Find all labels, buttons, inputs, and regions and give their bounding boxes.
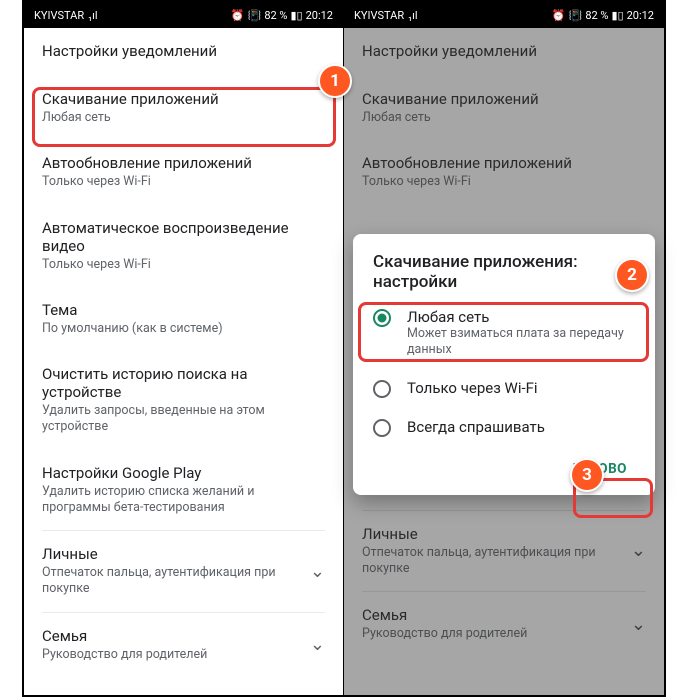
battery-icon: ▮▯ <box>290 9 302 22</box>
chevron-down-icon: ⌄ <box>310 561 325 582</box>
alarm-icon: ⏰ <box>552 9 566 22</box>
vibrate-icon: 📳 <box>569 9 583 22</box>
battery-icon: ▮▯ <box>611 9 623 22</box>
autoplay-setting[interactable]: Автоматическое воспроизведение видеоТоль… <box>24 205 343 287</box>
chevron-down-icon: ⌄ <box>310 634 325 655</box>
status-bar: KYIVSTAR₁ıl ⏰📳82 %▮▯20:12 <box>344 2 664 28</box>
highlight-1 <box>32 87 336 147</box>
radio-icon <box>373 419 391 437</box>
signal-icon: ₁ıl <box>88 9 97 22</box>
step-badge-2: 2 <box>615 258 649 292</box>
phone-left: KYIVSTAR₁ıl ⏰📳82 %▮▯20:12 Настройки увед… <box>24 2 344 695</box>
highlight-2 <box>358 302 649 362</box>
clear-history-setting[interactable]: Очистить историю поиска на устройствеУда… <box>24 351 343 450</box>
auto-update-setting[interactable]: Автообновление приложенийТолько через Wi… <box>24 140 343 204</box>
status-bar: KYIVSTAR₁ıl ⏰📳82 %▮▯20:12 <box>24 2 343 28</box>
google-play-setting[interactable]: Настройки Google PlayУдалить историю спи… <box>24 450 343 531</box>
notification-settings[interactable]: Настройки уведомлений <box>24 28 343 76</box>
radio-icon <box>373 380 391 398</box>
family-section[interactable]: СемьяРуководство для родителей ⌄ <box>24 613 343 677</box>
personal-section[interactable]: ЛичныеОтпечаток пальца, аутентификация п… <box>24 531 343 612</box>
alarm-icon: ⏰ <box>231 9 245 22</box>
signal-icon: ₁ıl <box>408 9 417 22</box>
step-badge-3: 3 <box>570 458 604 492</box>
vibrate-icon: 📳 <box>248 9 262 22</box>
download-dialog: Скачивание приложения: настройки Любая с… <box>353 234 655 495</box>
phone-right: KYIVSTAR₁ıl ⏰📳82 %▮▯20:12 Настройки увед… <box>344 2 664 695</box>
radio-always-ask[interactable]: Всегда спрашивать <box>353 408 655 447</box>
radio-wifi-only[interactable]: Только через Wi-Fi <box>353 369 655 408</box>
step-badge-1: 1 <box>318 64 352 98</box>
theme-setting[interactable]: ТемаПо умолчанию (как в системе) <box>24 287 343 351</box>
dialog-title: Скачивание приложения: настройки <box>353 252 655 298</box>
